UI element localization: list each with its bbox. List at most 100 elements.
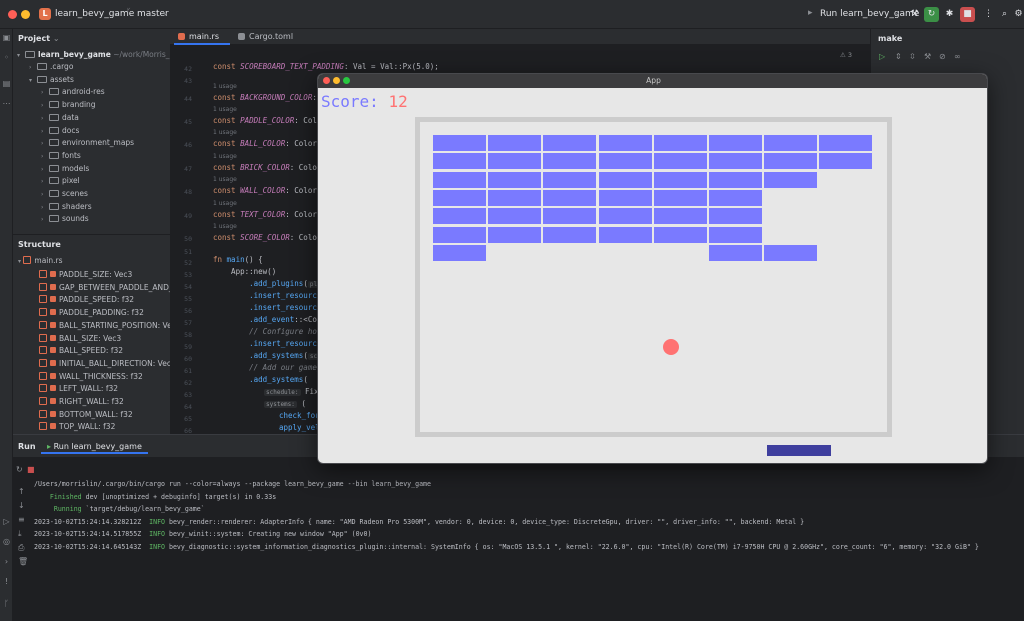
chevron-right-icon[interactable]: › bbox=[41, 189, 49, 201]
tree-item[interactable]: › models bbox=[41, 163, 89, 175]
structure-file[interactable]: ▾ main.rs bbox=[18, 255, 63, 267]
inspection-count[interactable]: ⚠ 3 bbox=[840, 51, 852, 59]
chevron-down-icon[interactable]: ▾ bbox=[29, 75, 37, 87]
services-icon[interactable]: ◎ bbox=[2, 537, 11, 546]
chevron-right-icon[interactable]: › bbox=[41, 164, 49, 176]
git-icon[interactable]: ᚴ bbox=[2, 599, 11, 608]
project-panel-title[interactable]: Project ⌄ bbox=[18, 34, 60, 43]
code-line[interactable]: systems: ( bbox=[264, 399, 306, 408]
run-tool-icon[interactable]: ▷ bbox=[2, 517, 11, 526]
code-line[interactable]: .add_plugins(plugi bbox=[213, 279, 330, 288]
usage-hint[interactable]: 1 usage bbox=[213, 223, 237, 230]
structure-item[interactable]: INITIAL_BALL_DIRECTION: Vec2 bbox=[39, 358, 170, 370]
app-title-bar[interactable]: App bbox=[318, 74, 987, 88]
code-line[interactable]: const BALL_COLOR: Color = bbox=[213, 139, 326, 148]
code-line[interactable]: fn main() { bbox=[213, 255, 263, 264]
collapse-all-icon[interactable]: ⇳ bbox=[909, 52, 916, 61]
code-line[interactable]: schedule: Fixe bbox=[264, 387, 323, 396]
code-line[interactable]: .insert_resource( bbox=[213, 339, 326, 348]
code-line[interactable]: apply_vel bbox=[279, 423, 320, 432]
tree-root[interactable]: ▾learn_bevy_game ~/work/Morris_Proj bbox=[17, 49, 170, 61]
tree-item[interactable]: › shaders bbox=[41, 201, 92, 213]
run-tab[interactable]: ▸ Run learn_bevy_game bbox=[41, 439, 148, 454]
code-line[interactable]: const WALL_COLOR: Color = bbox=[213, 186, 326, 195]
scroll-down-icon[interactable]: ↓ bbox=[18, 501, 25, 510]
git-branch-icon[interactable]: ᚴ bbox=[126, 8, 131, 18]
tree-item[interactable]: › android-res bbox=[41, 86, 105, 98]
chevron-right-icon[interactable]: › bbox=[41, 202, 49, 214]
structure-item[interactable]: PADDLE_SIZE: Vec3 bbox=[39, 269, 132, 281]
chevron-right-icon[interactable]: › bbox=[41, 176, 49, 188]
tree-item[interactable]: › .cargo bbox=[29, 61, 73, 73]
terminal-icon[interactable]: › bbox=[2, 557, 11, 566]
usage-hint[interactable]: 1 usage bbox=[213, 176, 237, 183]
code-line[interactable]: // Configure how bbox=[213, 327, 321, 336]
structure-item[interactable]: PADDLE_PADDING: f32 bbox=[39, 307, 144, 319]
structure-item[interactable]: BALL_SPEED: f32 bbox=[39, 345, 123, 357]
code-line[interactable]: const BACKGROUND_COLOR: C bbox=[213, 93, 326, 102]
chevron-right-icon[interactable]: › bbox=[41, 138, 49, 150]
debug-bug-icon[interactable]: ✱ bbox=[942, 7, 957, 22]
more-options-icon[interactable]: ⋮ bbox=[981, 7, 996, 22]
chevron-right-icon[interactable]: › bbox=[29, 62, 37, 74]
link-icon[interactable]: ∞ bbox=[954, 52, 961, 61]
expand-all-icon[interactable]: ⇕ bbox=[895, 52, 902, 61]
code-line[interactable]: check_for bbox=[279, 411, 320, 420]
window-minimize-button[interactable] bbox=[21, 10, 30, 19]
hammer-build-icon[interactable]: ⚒ bbox=[907, 7, 922, 22]
chevron-right-icon[interactable]: › bbox=[41, 151, 49, 163]
tree-item[interactable]: › pixel bbox=[41, 175, 80, 187]
code-line[interactable]: .insert_resource( bbox=[213, 303, 326, 312]
code-line[interactable]: const TEXT_COLOR: Color = bbox=[213, 210, 326, 219]
structure-item[interactable]: BALL_STARTING_POSITION: Vec bbox=[39, 320, 170, 332]
code-line[interactable]: .add_systems(sche bbox=[213, 351, 327, 360]
chevron-down-icon[interactable]: ⌄ bbox=[894, 8, 901, 17]
structure-item[interactable]: TOP_WALL: f32 bbox=[39, 421, 115, 433]
tree-item[interactable]: › docs bbox=[41, 125, 79, 137]
chevron-right-icon[interactable]: › bbox=[41, 214, 49, 226]
chevron-right-icon[interactable]: › bbox=[41, 100, 49, 112]
usage-hint[interactable]: 1 usage bbox=[213, 153, 237, 160]
code-line[interactable]: .insert_resource( bbox=[213, 291, 326, 300]
run-config-selector[interactable]: Run learn_bevy_game bbox=[820, 9, 919, 19]
structure-item[interactable]: BALL_SIZE: Vec3 bbox=[39, 333, 121, 345]
chevron-down-icon[interactable]: ⌄ bbox=[113, 8, 120, 17]
structure-item[interactable]: GAP_BETWEEN_PADDLE_AND_F bbox=[39, 282, 170, 294]
tree-item[interactable]: › sounds bbox=[41, 213, 89, 225]
print-icon[interactable]: ⎙ bbox=[18, 543, 24, 553]
code-line[interactable]: const SCORE_COLOR: Color bbox=[213, 233, 321, 242]
code-line[interactable]: const BRICK_COLOR: Color bbox=[213, 163, 321, 172]
structure-item[interactable]: RIGHT_WALL: f32 bbox=[39, 396, 124, 408]
rerun-icon[interactable]: ↻ bbox=[924, 7, 939, 22]
tab-main-rs[interactable]: main.rs bbox=[174, 29, 230, 45]
chevron-right-icon[interactable]: › bbox=[41, 126, 49, 138]
trash-icon[interactable]: 🗑 bbox=[18, 557, 28, 566]
run-target-icon[interactable]: ▷ bbox=[879, 52, 885, 61]
structure-item[interactable]: PADDLE_SPEED: f32 bbox=[39, 294, 134, 306]
usage-hint[interactable]: 1 usage bbox=[213, 83, 237, 90]
search-everywhere-icon[interactable]: ⌕ bbox=[997, 7, 1012, 22]
soft-wrap-icon[interactable]: ≡ bbox=[18, 515, 25, 524]
project-folder-icon[interactable]: ▣ bbox=[2, 33, 11, 42]
settings-gear-icon[interactable]: ⚙ bbox=[1011, 7, 1024, 22]
code-line[interactable]: .add_systems( bbox=[213, 375, 308, 384]
project-name[interactable]: learn_bevy_game bbox=[55, 9, 134, 19]
usage-hint[interactable]: 1 usage bbox=[213, 129, 237, 136]
scroll-to-end-icon[interactable]: ⤓ bbox=[18, 529, 22, 539]
code-line[interactable]: const SCOREBOARD_TEXT_PADDING: Val = Val… bbox=[213, 62, 439, 71]
structure-item[interactable]: LEFT_WALL: f32 bbox=[39, 383, 118, 395]
more-tools-icon[interactable]: ⋯ bbox=[2, 99, 11, 108]
stop-icon[interactable]: ■ bbox=[960, 7, 975, 22]
scroll-up-icon[interactable]: ↑ bbox=[18, 487, 25, 496]
game-app-window[interactable]: App Score: 12 bbox=[317, 73, 988, 464]
settings-icon[interactable]: ⚒ bbox=[924, 52, 931, 61]
chevron-right-icon[interactable]: › bbox=[41, 87, 49, 99]
stop-icon[interactable]: ■ bbox=[27, 465, 35, 474]
tree-item[interactable]: › environment_maps bbox=[41, 137, 134, 149]
structure-icon[interactable]: ▤ bbox=[2, 79, 11, 88]
tab-cargo-toml[interactable]: Cargo.toml bbox=[234, 29, 294, 45]
tree-item[interactable]: ▾ assets bbox=[29, 74, 74, 86]
code-line[interactable]: App::new() bbox=[213, 267, 276, 276]
tree-item[interactable]: › scenes bbox=[41, 188, 88, 200]
usage-hint[interactable]: 1 usage bbox=[213, 106, 237, 113]
